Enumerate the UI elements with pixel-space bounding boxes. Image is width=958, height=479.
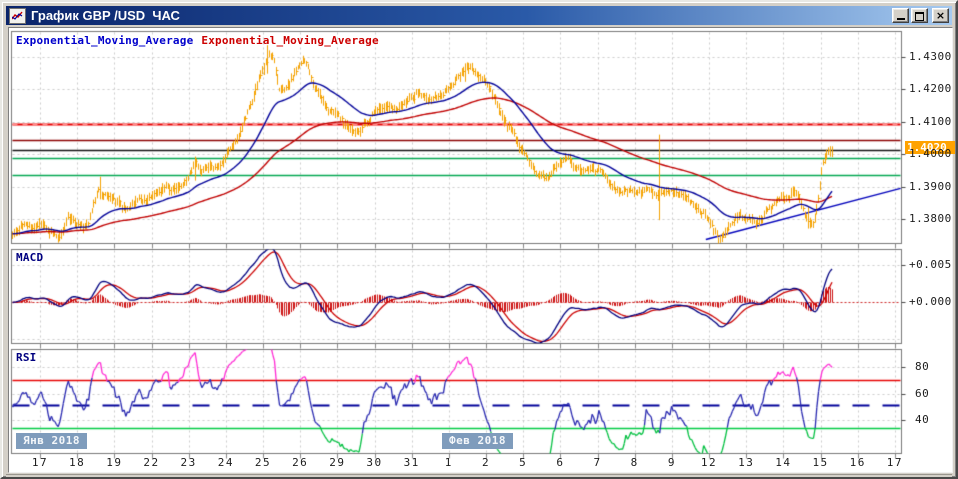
minimize-icon (897, 18, 905, 20)
maximize-button[interactable] (911, 8, 928, 23)
maximize-icon (915, 12, 924, 21)
window-title: График GBP /USD ЧАС (31, 8, 180, 23)
window: График GBP /USD ЧАС × Exponential_Moving… (0, 0, 958, 479)
close-button[interactable]: × (932, 8, 949, 23)
minimize-button[interactable] (892, 8, 909, 23)
close-icon: × (936, 10, 945, 22)
window-buttons: × (892, 8, 949, 23)
chart-canvas[interactable] (2, 2, 958, 479)
window-chart-icon[interactable] (9, 8, 26, 24)
titlebar[interactable]: График GBP /USD ЧАС × (6, 6, 952, 25)
